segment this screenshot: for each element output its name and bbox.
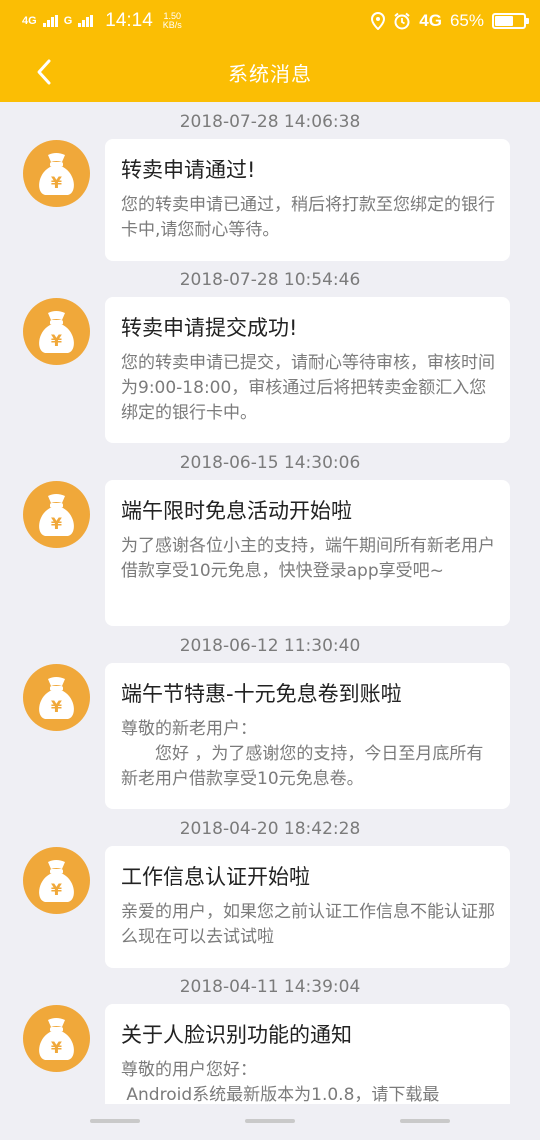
header-bar: 系统消息 [0,42,540,102]
message-date: 2018-07-28 14:06:38 [179,112,361,132]
message-title: 端午限时免息活动开始啦 [121,499,352,523]
signal-icon-2 [78,15,94,27]
network-indicator: 4G [22,14,37,27]
money-bag-yen-icon [39,153,74,195]
message-card[interactable]: 端午限时免息活动开始啦 为了感谢各位小主的支持，端午期间所有新老用户借款享受10… [105,480,510,626]
signal-icon [42,15,58,27]
message-card[interactable]: 工作信息认证开始啦 亲爱的用户，如果您之前认证工作信息不能认证那么现在可以去试试… [105,846,510,968]
money-bag-yen-icon [39,677,74,719]
message-title: 转卖申请提交成功! [121,316,298,340]
nav-gesture-home[interactable] [245,1119,295,1123]
message-date: 2018-07-28 10:54:46 [179,270,361,290]
message-title: 关于人脸识别功能的通知 [121,1023,352,1047]
message-title: 端午节特惠-十元免息卷到账啦 [121,682,402,706]
network-speed: 1.50 KB/s [162,11,182,30]
money-bag-yen-icon [39,311,74,353]
message-avatar [23,1005,90,1072]
status-bar: 4G G 14:14 1.50 KB/s 4G 65% [0,0,540,42]
system-nav-bar [0,1104,540,1140]
message-card[interactable]: 关于人脸识别功能的通知 尊敬的用户您好： Android系统最新版本为1.0.8… [105,1004,510,1104]
message-avatar [23,664,90,731]
message-body: 您的转卖申请已通过，稍后将打款至您绑定的银行卡中,请您耐心等待。 [121,195,495,240]
page-title: 系统消息 [228,61,312,86]
battery-percent: 65% [449,11,484,30]
location-icon [371,12,386,30]
message-body: 您的转卖申请已提交，请耐心等待审核，审核时间为9:00-18:00，审核通过后将… [121,353,495,423]
message-avatar [23,140,90,207]
network-type: 4G [419,11,442,30]
message-date: 2018-06-15 14:30:06 [179,453,361,473]
message-body: 亲爱的用户，如果您之前认证工作信息不能认证那么现在可以去试试啦 [121,902,495,947]
message-card[interactable]: 转卖申请提交成功! 您的转卖申请已提交，请耐心等待审核，审核时间为9:00-18… [105,297,510,443]
message-date: 2018-04-11 14:39:04 [179,977,361,997]
message-avatar [23,298,90,365]
message-title: 转卖申请通过! [121,158,256,182]
message-avatar [23,847,90,914]
message-avatar [23,481,90,548]
money-bag-yen-icon [39,1018,74,1060]
status-time: 14:14 [105,10,153,31]
message-card[interactable]: 转卖申请通过! 您的转卖申请已通过，稍后将打款至您绑定的银行卡中,请您耐心等待。 [105,139,510,261]
money-bag-yen-icon [39,860,74,902]
message-body: 尊敬的新老用户： 您好 ，为了感谢您的支持，今日至月底所有新老用户借款享受10元… [121,719,484,789]
message-card[interactable]: 端午节特惠-十元免息卷到账啦 尊敬的新老用户： 您好 ，为了感谢您的支持，今日至… [105,663,510,809]
message-list[interactable]: 2018-07-28 14:06:38 转卖申请通过! 您的转卖申请已通过，稍后… [0,102,540,1104]
message-title: 工作信息认证开始啦 [121,865,310,889]
battery-icon [492,13,529,29]
alarm-icon [394,12,410,30]
nav-gesture-left[interactable] [90,1119,140,1123]
network-indicator-2: G [63,14,73,27]
message-body: 尊敬的用户您好： Android系统最新版本为1.0.8，请下载最 [121,1060,440,1104]
money-bag-yen-icon [39,494,74,536]
message-date: 2018-04-20 18:42:28 [179,819,361,839]
back-arrow-icon [37,59,51,85]
back-button[interactable] [26,54,62,90]
message-date: 2018-06-12 11:30:40 [179,636,361,656]
message-body: 为了感谢各位小主的支持，端午期间所有新老用户借款享受10元免息，快快登录app享… [121,536,495,581]
nav-gesture-right[interactable] [400,1119,450,1123]
battery-level [495,16,514,26]
